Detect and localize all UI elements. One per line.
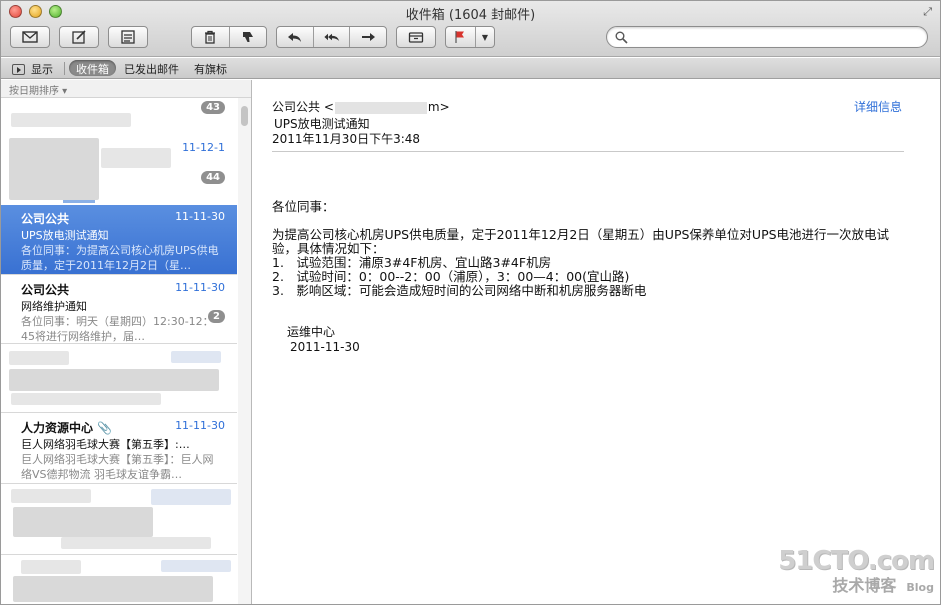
flag-menu-button[interactable]: ▼ — [474, 27, 494, 47]
redacted-email — [334, 101, 427, 114]
flag-button[interactable] — [446, 27, 475, 47]
list-item-subject: 网络维护通知 — [21, 300, 87, 313]
junk-button[interactable] — [228, 27, 267, 47]
list-item-preview: 各位同事：明天（星期四）12:30-12：45将进行网络维护，届… — [21, 315, 214, 343]
list-scrollbar[interactable] — [238, 98, 251, 604]
list-item-from: 公司公共 — [21, 212, 70, 226]
message-date: 2011年11月30日下午3:48 — [272, 132, 421, 146]
body-line: 1. 试验范围：浦原3#4F机房、宜山路3#4F机房 — [272, 255, 552, 270]
reply-all-button[interactable] — [312, 27, 350, 47]
blurred-list-item[interactable] — [1, 345, 237, 413]
blurred-list-item[interactable]: 43 11-12-1 44 — [1, 98, 237, 203]
list-item[interactable]: 人力资源中心 📎 11-11-30 巨人网络羽毛球大赛【第五季】:… 巨人网络羽毛… — [1, 414, 237, 484]
list-item-subject: 巨人网络羽毛球大赛【第五季】:… — [21, 438, 190, 451]
window-title: 收件箱 (1604 封邮件) — [405, 8, 536, 23]
archive-button[interactable] — [396, 26, 436, 48]
show-label: 显示 — [31, 63, 53, 76]
attachment-icon: 📎 — [97, 421, 112, 435]
titlebar: 收件箱 (1604 封邮件) ⤢ ▼ — [1, 1, 940, 57]
list-item-subject: UPS放电测试通知 — [21, 229, 109, 242]
message-view: 公司公共 < m> 详细信息 UPS放电测试通知 2011年11月30日下午3:4… — [253, 80, 940, 604]
reply-group — [276, 26, 387, 48]
show-sidebar-icon — [12, 63, 25, 75]
new-message-button[interactable] — [59, 26, 99, 48]
signature-date: 2011-11-30 — [290, 340, 360, 354]
message-body: 各位同事： 为提高公司核心机房UPS供电质量，定于2011年12月2日（星期五）… — [272, 200, 912, 298]
message-signature: 运维中心 2011-11-30 — [287, 325, 360, 355]
junk-thumb-down-icon — [242, 32, 253, 42]
mail-window: 收件箱 (1604 封邮件) ⤢ ▼ 显示 收件箱 已发出邮件 有旗标 按日期排… — [0, 0, 941, 605]
scroll-thumb[interactable] — [241, 106, 248, 126]
search-input[interactable] — [633, 29, 918, 45]
list-item-preview: 巨人网络羽毛球大赛【第五季】：巨人网络VS德邦物流 羽毛球友谊争霸… — [21, 453, 214, 481]
message-list: 按日期排序 ▾ 43 11-12-1 44 公司公共 11-11-30 UPS放… — [1, 80, 252, 604]
forward-button[interactable] — [349, 27, 386, 47]
forward-icon — [362, 33, 376, 41]
thread-count-badge: 43 — [201, 101, 225, 114]
list-item[interactable]: 公司公共 11-11-30 网络维护通知 各位同事：明天（星期四）12:30-1… — [1, 276, 237, 344]
compose-mail-icon — [22, 31, 38, 43]
list-item-from: 公司公共 — [21, 283, 70, 297]
search-field[interactable] — [606, 26, 928, 48]
list-date: 11-12-1 — [182, 141, 225, 154]
note-list-icon — [121, 30, 135, 44]
list-item-selected[interactable]: 公司公共 11-11-30 UPS放电测试通知 各位同事：为提高公司核心机房UP… — [1, 205, 237, 275]
reply-icon — [287, 33, 301, 42]
message-from: 公司公共 < m> — [272, 100, 450, 114]
fullscreen-icon[interactable]: ⤢ — [923, 5, 932, 19]
reply-button[interactable] — [277, 27, 313, 47]
body-greeting: 各位同事： — [272, 199, 335, 214]
archive-icon — [408, 32, 424, 43]
details-link[interactable]: 详细信息 — [854, 98, 902, 115]
list-item-date: 11-11-30 — [175, 281, 225, 294]
trash-icon — [205, 30, 216, 44]
get-mail-button[interactable] — [10, 26, 50, 48]
delete-junk-group — [191, 26, 267, 48]
list-item-preview: 各位同事：为提高公司核心机房UPS供电质量，定于2011年12月2日（星… — [21, 244, 219, 272]
body-line: 2. 试验时间：0：00--2：00（浦原），3：00—4：00(宜山路) — [272, 269, 630, 284]
thread-indicator — [63, 200, 95, 203]
chevron-down-icon: ▼ — [481, 32, 489, 42]
thread-count-badge: 44 — [201, 171, 225, 184]
divider — [64, 62, 65, 75]
signature-dept: 运维中心 — [287, 325, 336, 339]
list-item-date: 11-11-30 — [175, 419, 225, 432]
sort-header[interactable]: 按日期排序 ▾ — [1, 80, 251, 98]
flag-group: ▼ — [445, 26, 495, 48]
note-button[interactable] — [108, 26, 148, 48]
show-mailboxes-button[interactable]: 显示 — [12, 61, 53, 77]
thread-count-badge: 2 — [208, 310, 225, 323]
new-note-icon — [72, 30, 86, 44]
favorite-flagged[interactable]: 有旗标 — [194, 61, 227, 77]
flag-icon — [455, 31, 465, 43]
favorite-inbox[interactable]: 收件箱 — [69, 60, 116, 76]
list-item-date: 11-11-30 — [175, 210, 225, 223]
search-icon — [615, 31, 628, 44]
blurred-list-item[interactable] — [1, 556, 237, 604]
delete-button[interactable] — [192, 27, 229, 47]
blurred-list-item[interactable] — [1, 485, 237, 555]
reply-all-icon — [323, 33, 339, 41]
favorites-bar: 显示 收件箱 已发出邮件 有旗标 — [1, 58, 940, 79]
watermark-logo: 51CTO.com 技术博客 Blog — [778, 546, 935, 596]
favorite-sent[interactable]: 已发出邮件 — [124, 61, 179, 77]
body-line: 为提高公司核心机房UPS供电质量，定于2011年12月2日（星期五）由UPS保养… — [272, 227, 890, 256]
body-line: 3. 影响区域：可能会造成短时间的公司网络中断和机房服务器断电 — [272, 283, 647, 298]
header-divider — [272, 151, 904, 152]
list-item-from: 人力资源中心 📎 — [21, 421, 112, 435]
